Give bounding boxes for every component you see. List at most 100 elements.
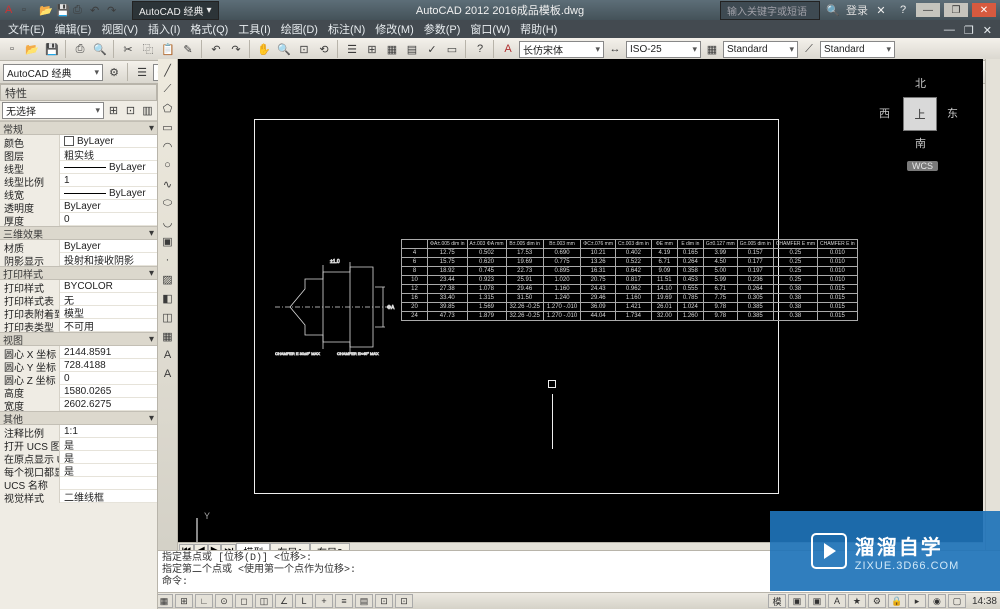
draw-region-icon[interactable]: ◫: [159, 308, 177, 326]
tool-zoom-icon[interactable]: 🔍: [275, 40, 293, 58]
props-section-header[interactable]: 其他▾: [0, 411, 157, 425]
tool-match-icon[interactable]: ✎: [179, 40, 197, 58]
help-icon[interactable]: ?: [894, 1, 912, 19]
draw-spline-icon[interactable]: ∿: [159, 175, 177, 193]
qat-redo-icon[interactable]: ↷: [106, 3, 120, 17]
draw-circle-icon[interactable]: ○: [159, 156, 177, 174]
tool-zoomwin-icon[interactable]: ⊡: [295, 40, 313, 58]
tpy-button[interactable]: ▤: [355, 594, 373, 608]
draw-line-icon[interactable]: ╱: [159, 61, 177, 79]
tool-palette-icon[interactable]: ▦: [383, 40, 401, 58]
props-row[interactable]: 透明度ByLayer: [0, 200, 157, 213]
ws-settings-icon[interactable]: ⚙: [105, 63, 123, 81]
props-row[interactable]: 图层粗实线: [0, 148, 157, 161]
cleanscreen-icon[interactable]: ▢: [948, 594, 966, 608]
menu-parametric[interactable]: 参数(P): [420, 20, 465, 38]
dimstyle-combo[interactable]: ISO-25: [626, 41, 701, 58]
props-row[interactable]: 圆心 Y 坐标728.4188: [0, 359, 157, 372]
pickadd-icon[interactable]: ⊡: [123, 103, 138, 118]
tool-cut-icon[interactable]: ✂: [119, 40, 137, 58]
draw-text-icon[interactable]: A: [159, 346, 177, 364]
grid-button[interactable]: ⊞: [175, 594, 193, 608]
props-section-header[interactable]: 视图▾: [0, 332, 157, 346]
exchange-icon[interactable]: ✕: [872, 1, 890, 19]
qat-save-icon[interactable]: 💾: [55, 3, 69, 17]
props-row[interactable]: 打开 UCS 图标是: [0, 438, 157, 451]
quickselect-icon[interactable]: ⊞: [106, 103, 121, 118]
viewcube-top[interactable]: 上: [903, 97, 937, 131]
menu-format[interactable]: 格式(Q): [186, 20, 232, 38]
draw-ellipsearc-icon[interactable]: ◡: [159, 213, 177, 231]
otrack-button[interactable]: ∠: [275, 594, 293, 608]
doc-restore-button[interactable]: ❐: [960, 23, 978, 35]
dimstyle-icon[interactable]: ↔: [606, 40, 624, 58]
props-row[interactable]: 线型比例1: [0, 174, 157, 187]
login-link[interactable]: 登录: [846, 2, 868, 18]
tool-help2-icon[interactable]: ?: [471, 40, 489, 58]
menu-edit[interactable]: 编辑(E): [51, 20, 96, 38]
ducs-button[interactable]: L: [295, 594, 313, 608]
lwt-button[interactable]: ≡: [335, 594, 353, 608]
menu-window[interactable]: 窗口(W): [466, 20, 514, 38]
props-row[interactable]: 每个视口都显...是: [0, 464, 157, 477]
doc-close-button[interactable]: ✕: [979, 23, 996, 35]
props-row[interactable]: 宽度2602.6275: [0, 398, 157, 411]
3dosnap-button[interactable]: ◫: [255, 594, 273, 608]
layer-manager-icon[interactable]: ☰: [133, 63, 151, 81]
props-row[interactable]: 打印样式BYCOLOR: [0, 280, 157, 293]
props-row[interactable]: 打印表类型不可用: [0, 319, 157, 332]
draw-rect-icon[interactable]: ▭: [159, 118, 177, 136]
draw-grad-icon[interactable]: ◧: [159, 289, 177, 307]
vertical-scrollbar[interactable]: [985, 59, 1000, 550]
annoscale-icon[interactable]: A: [828, 594, 846, 608]
maximize-button[interactable]: ❐: [944, 3, 968, 17]
tool-paste-icon[interactable]: 📋: [159, 40, 177, 58]
tool-redo-icon[interactable]: ↷: [227, 40, 245, 58]
tool-new-icon[interactable]: ▫: [3, 40, 21, 58]
properties-titlebar[interactable]: 特性: [0, 84, 157, 101]
menu-file[interactable]: 文件(E): [4, 20, 49, 38]
workspace-selector[interactable]: AutoCAD 经典▾: [132, 1, 219, 20]
draw-pline-icon[interactable]: ⟋: [159, 80, 177, 98]
dyn-button[interactable]: +: [315, 594, 333, 608]
osnap-button[interactable]: ◻: [235, 594, 253, 608]
help-search-input[interactable]: 输入关键字或短语: [720, 1, 820, 20]
draw-hatch-icon[interactable]: ▨: [159, 270, 177, 288]
props-section-header[interactable]: 常规▾: [0, 121, 157, 135]
hardware-icon[interactable]: ▸: [908, 594, 926, 608]
sc-button[interactable]: ⊡: [395, 594, 413, 608]
tool-save-icon[interactable]: 💾: [43, 40, 61, 58]
draw-mtext-icon[interactable]: A: [159, 365, 177, 383]
props-row[interactable]: 圆心 Z 坐标0: [0, 372, 157, 385]
tool-zoomprev-icon[interactable]: ⟲: [315, 40, 333, 58]
menu-view[interactable]: 视图(V): [97, 20, 142, 38]
draw-point-icon[interactable]: ·: [159, 251, 177, 269]
model-viewport[interactable]: 北 南 西 东 上 WCS ±1.0 ΦA CHAMFER E 30±5° MA…: [178, 59, 983, 542]
menu-insert[interactable]: 插入(I): [144, 20, 184, 38]
qp-button[interactable]: ⊡: [375, 594, 393, 608]
selectobj-icon[interactable]: ▥: [140, 103, 155, 118]
textstyle-combo[interactable]: 长仿宋体: [519, 41, 604, 58]
menu-draw[interactable]: 绘图(D): [277, 20, 322, 38]
qat-plot-icon[interactable]: ⎙: [72, 3, 86, 17]
mlstyle-icon[interactable]: ⟋: [800, 40, 818, 58]
qv-layouts-icon[interactable]: ▣: [788, 594, 806, 608]
draw-table-icon[interactable]: ▦: [159, 327, 177, 345]
toolbar-lock-icon[interactable]: 🔒: [888, 594, 906, 608]
app-icon[interactable]: A: [4, 3, 18, 17]
tablestyle-icon[interactable]: ▦: [703, 40, 721, 58]
drawing-area[interactable]: ╱⟋⬠▭◠○∿⬭◡▣·▨◧◫▦AA 北 南 西 东 上 WCS ±1.0 ΦA: [158, 59, 983, 567]
draw-ellipse-icon[interactable]: ⬭: [159, 194, 177, 212]
tool-copy-icon[interactable]: ⿻: [139, 40, 157, 58]
tool-pan-icon[interactable]: ✋: [255, 40, 273, 58]
selection-combo[interactable]: 无选择: [2, 102, 104, 119]
tool-dc-icon[interactable]: ⊞: [363, 40, 381, 58]
menu-help[interactable]: 帮助(H): [516, 20, 561, 38]
tool-preview-icon[interactable]: 🔍: [91, 40, 109, 58]
workspace-combo[interactable]: AutoCAD 经典: [3, 64, 103, 81]
modelspace-button[interactable]: 模: [768, 594, 786, 608]
wcs-label[interactable]: WCS: [907, 161, 938, 171]
props-row[interactable]: 在原点显示 U...是: [0, 451, 157, 464]
props-row[interactable]: 阴影显示投射和接收阴影: [0, 253, 157, 266]
menu-tools[interactable]: 工具(I): [234, 20, 274, 38]
